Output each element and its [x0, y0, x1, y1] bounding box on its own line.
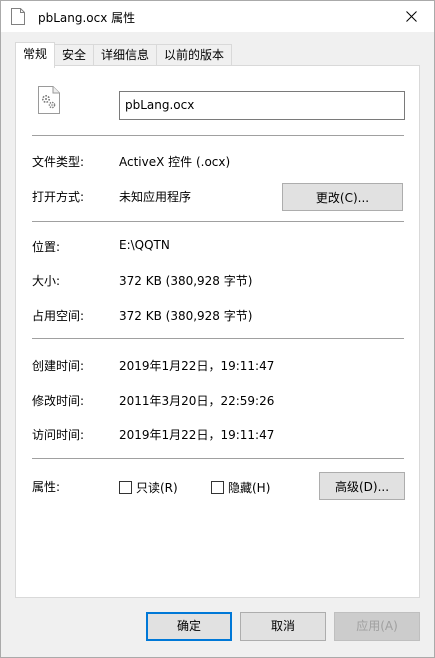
modified-value: 2011年3月20日，22:59:26: [119, 394, 275, 408]
tab-previous-versions[interactable]: 以前的版本: [156, 44, 233, 67]
file-name-field[interactable]: pbLang.ocx: [119, 91, 405, 120]
hidden-checkbox[interactable]: 隐藏(H): [211, 479, 270, 496]
close-icon: [405, 11, 417, 22]
title-bar[interactable]: pbLang.ocx 属性: [1, 1, 434, 32]
hidden-label: 隐藏(H): [228, 481, 271, 495]
properties-dialog: pbLang.ocx 属性 常规 安全 详细信息 以前的版本 pbLang.oc…: [0, 0, 435, 658]
general-tab-panel: pbLang.ocx 文件类型: ActiveX 控件 (.ocx) 打开方式:…: [15, 65, 420, 598]
size-on-disk-label: 占用空间:: [32, 309, 85, 323]
change-button[interactable]: 更改(C)...: [282, 183, 403, 211]
open-with-value: 未知应用程序: [119, 190, 192, 204]
size-on-disk-value: 372 KB (380,928 字节): [119, 309, 253, 323]
cancel-button[interactable]: 取消: [240, 612, 326, 641]
modified-label: 修改时间:: [32, 394, 85, 408]
accessed-value: 2019年1月22日，19:11:47: [119, 428, 275, 442]
size-value: 372 KB (380,928 字节): [119, 274, 253, 288]
separator: [32, 221, 404, 222]
file-icon: [11, 8, 25, 25]
file-type-label: 文件类型:: [32, 155, 85, 169]
tab-bar: 常规 安全 详细信息 以前的版本: [15, 42, 233, 68]
tab-general[interactable]: 常规: [15, 42, 56, 68]
close-button[interactable]: [388, 1, 434, 32]
created-value: 2019年1月22日，19:11:47: [119, 359, 275, 373]
activex-file-icon: [38, 86, 60, 114]
ok-button[interactable]: 确定: [146, 612, 232, 641]
advanced-button[interactable]: 高级(D)...: [319, 472, 405, 500]
readonly-checkbox[interactable]: 只读(R): [119, 479, 178, 496]
separator: [32, 135, 404, 136]
readonly-checkbox-box[interactable]: [119, 481, 132, 494]
tab-security[interactable]: 安全: [54, 44, 95, 67]
tab-details[interactable]: 详细信息: [93, 44, 158, 67]
size-label: 大小:: [32, 274, 61, 288]
hidden-checkbox-box[interactable]: [211, 481, 224, 494]
location-value: E:\QQTN: [119, 238, 170, 252]
window-title: pbLang.ocx 属性: [38, 11, 136, 25]
separator: [32, 338, 404, 339]
attributes-label: 属性:: [32, 480, 61, 494]
created-label: 创建时间:: [32, 359, 85, 373]
location-label: 位置:: [32, 240, 61, 254]
apply-button[interactable]: 应用(A): [334, 612, 420, 641]
accessed-label: 访问时间:: [32, 428, 85, 442]
separator: [32, 458, 404, 459]
file-type-value: ActiveX 控件 (.ocx): [119, 155, 231, 169]
readonly-label: 只读(R): [136, 481, 178, 495]
open-with-label: 打开方式:: [32, 190, 85, 204]
